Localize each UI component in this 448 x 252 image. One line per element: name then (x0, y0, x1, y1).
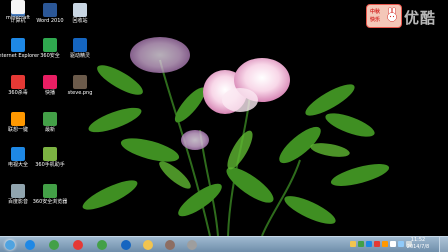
desktop-icon-label: 百度影音 (7, 199, 28, 205)
taskbar-app-steve[interactable] (162, 238, 178, 252)
taskbar-app-game[interactable] (184, 238, 200, 252)
desktop-icon-label: 360安全浏览器 (32, 199, 68, 205)
tray-icon-antivirus[interactable] (374, 241, 380, 247)
desktop-icon-label: 电视大全 (7, 162, 28, 168)
desktop-icon-label: 360杀毒 (8, 90, 28, 96)
desktop-icon[interactable]: Internet Explorer (0, 38, 39, 68)
lenovo-icon (11, 112, 25, 126)
desktop-icon[interactable]: Word 2010 (34, 3, 66, 33)
taskbar: 11:52 2014/7/8 (0, 236, 448, 252)
festival-badge: 中秋 快乐 (366, 4, 402, 28)
desktop-icon-label: minecraft (5, 15, 30, 21)
qvod-icon (43, 75, 57, 89)
desktop-icon[interactable]: 联想一键 (2, 112, 34, 142)
app-icon (143, 240, 153, 250)
360-security-icon (43, 38, 57, 52)
desktop-icon[interactable]: 快播 (34, 75, 66, 105)
tray-icon-360[interactable] (358, 241, 364, 247)
desktop-icon[interactable]: 360手机助手 (34, 147, 66, 177)
desktop-icon[interactable]: 360安全浏览器 (32, 184, 68, 214)
app-icon (25, 240, 35, 250)
start-button[interactable] (2, 238, 18, 252)
taskbar-app-360-browser[interactable] (94, 238, 110, 252)
driver-genius-icon (73, 38, 87, 52)
desktop-icon[interactable]: 驱动精灵 (64, 38, 96, 68)
recycle-bin-icon (73, 3, 87, 17)
tray-icon-flag[interactable] (390, 241, 396, 247)
desktop-icon[interactable]: minecraft (2, 0, 34, 30)
app-icon (73, 240, 83, 250)
desktop-icon[interactable]: 百度影音 (2, 184, 34, 214)
360-antivirus-icon (11, 75, 25, 89)
desktop-icon[interactable]: steve.png (64, 75, 96, 105)
app-icon (121, 240, 131, 250)
360-browser-icon (43, 184, 57, 198)
desktop-icon-label: 最新 (44, 127, 55, 133)
desktop-icon[interactable]: 电视大全 (2, 147, 34, 177)
taskbar-app-ie[interactable] (22, 238, 38, 252)
image-file-icon (73, 75, 87, 89)
desktop-icon[interactable]: 360安全 (34, 38, 66, 68)
taskbar-app-chat[interactable] (118, 238, 134, 252)
taskbar-clock[interactable]: 11:52 2014/7/8 (402, 237, 434, 252)
windows-logo-icon (5, 240, 15, 250)
youku-logo-text: 优酷 (404, 9, 437, 27)
tray-icon-network[interactable] (366, 241, 372, 247)
taskbar-app-360[interactable] (46, 238, 62, 252)
phone-assistant-icon (43, 147, 57, 161)
desktop-icon[interactable]: 360杀毒 (2, 75, 34, 105)
desktop-icon-label: 360安全 (40, 53, 60, 59)
ie-icon (11, 38, 25, 52)
show-desktop-button[interactable] (439, 237, 448, 252)
app-icon (97, 240, 107, 250)
tray-icon-notify[interactable] (350, 241, 356, 247)
minecraft-icon (11, 0, 25, 14)
desktop-icon-label: 快播 (44, 90, 55, 96)
app-icon (187, 240, 197, 250)
taskbar-app-media[interactable] (70, 238, 86, 252)
clock-date: 2014/7/8 (406, 244, 430, 250)
tray-icon-app[interactable] (382, 241, 388, 247)
rabbit-icon (387, 7, 397, 22)
watermark: 中秋 快乐 优酷 (366, 3, 444, 29)
recovery-icon (43, 112, 57, 126)
desktop-icon[interactable]: 最新 (34, 112, 66, 142)
clock-time: 11:52 (410, 237, 426, 243)
desktop-icon-label: 回收站 (72, 18, 88, 24)
baidu-video-icon (11, 184, 25, 198)
tv-icon (11, 147, 25, 161)
desktop-icon-label: 联想一键 (7, 127, 28, 133)
word-icon (43, 3, 57, 17)
desktop-icon-label: steve.png (67, 90, 93, 96)
badge-line2: 快乐 (370, 17, 381, 23)
desktop-icon-label: 驱动精灵 (69, 53, 90, 59)
app-icon (49, 240, 59, 250)
taskbar-app-folder[interactable] (140, 238, 156, 252)
badge-line1: 中秋 (370, 9, 381, 15)
app-icon (165, 240, 175, 250)
desktop-icon-label: 360手机助手 (35, 162, 65, 168)
desktop-icon-label: Word 2010 (36, 18, 64, 24)
desktop-icon[interactable]: 回收站 (64, 3, 96, 33)
